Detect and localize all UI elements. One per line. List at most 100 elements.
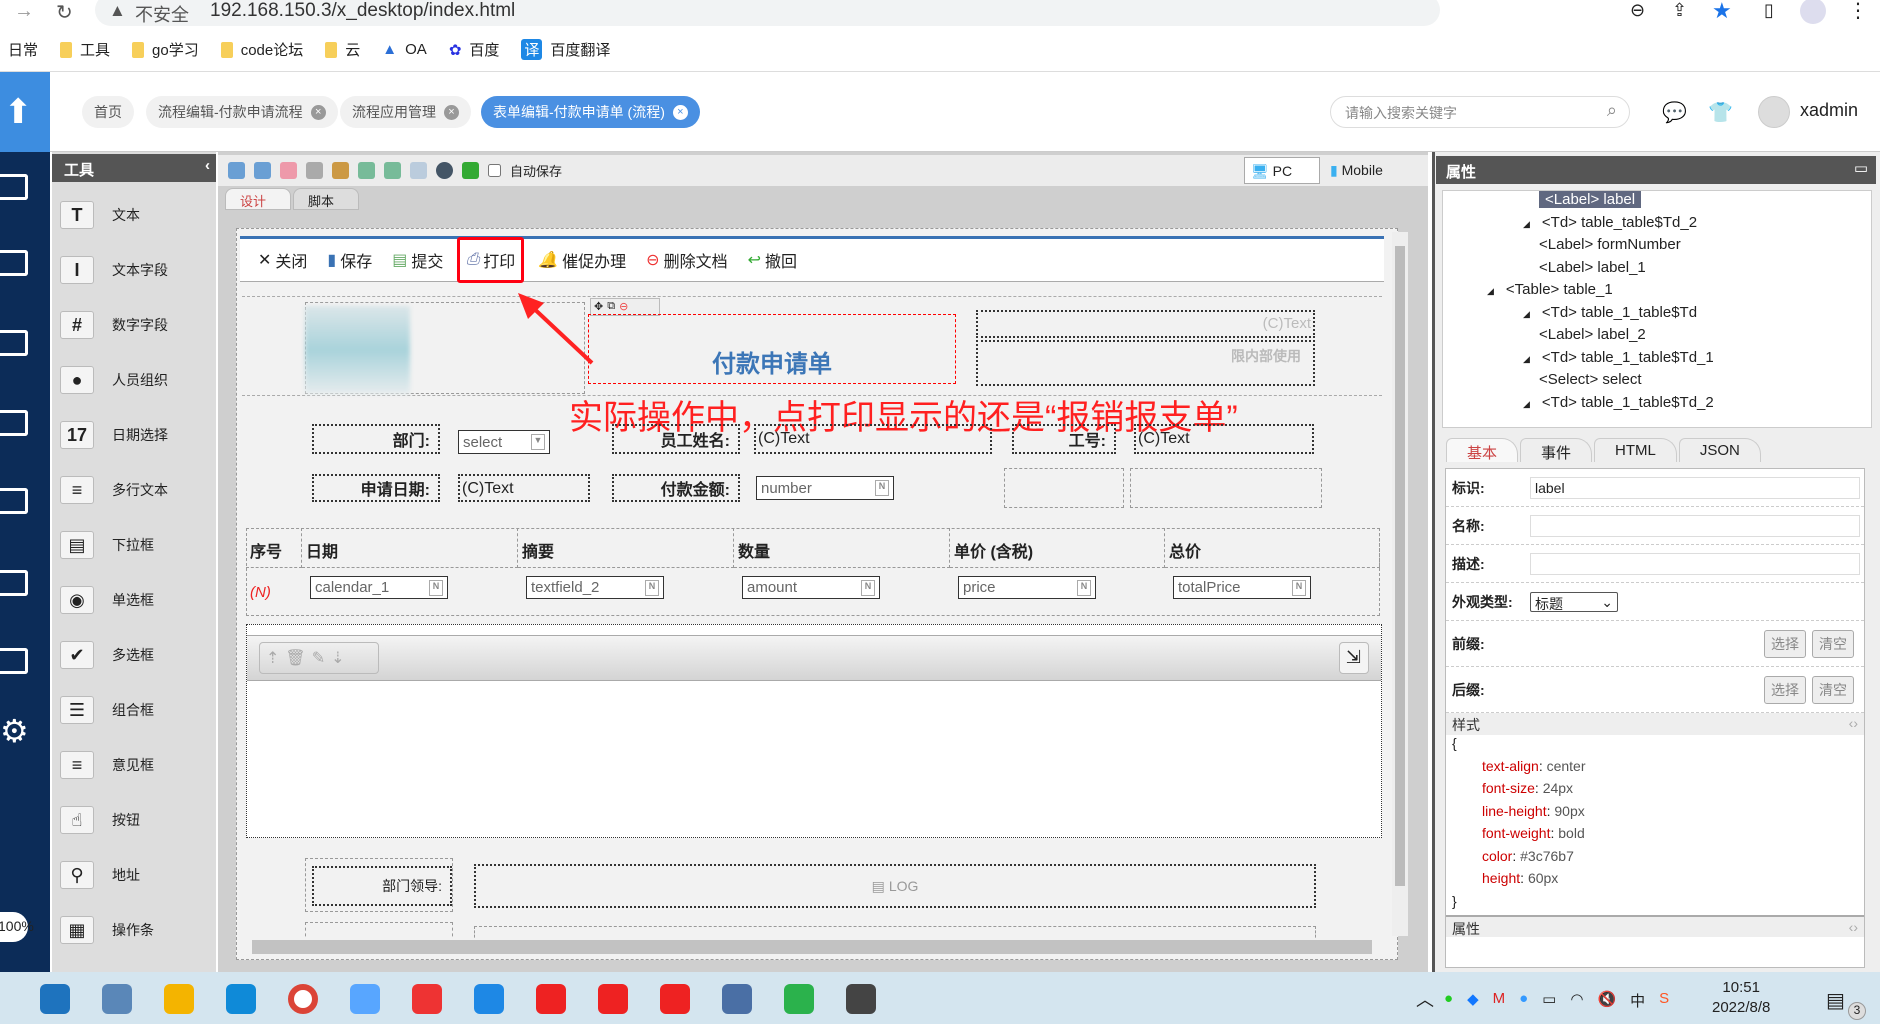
- tool-item[interactable]: I 文本字段: [60, 250, 168, 290]
- layers-icon[interactable]: [462, 162, 479, 179]
- settings-icon[interactable]: ⚙: [0, 712, 29, 750]
- app-logo[interactable]: ⬆: [0, 72, 50, 152]
- tool-item[interactable]: ≡ 意见框: [60, 745, 154, 785]
- style-section-header[interactable]: 样式 ‹›: [1446, 713, 1864, 735]
- wechat-tray-icon[interactable]: ●: [1444, 990, 1453, 1011]
- edit-icon[interactable]: ✎: [312, 650, 331, 667]
- tool-item[interactable]: # 数字字段: [60, 305, 168, 345]
- leader-opinion-log[interactable]: ▤ LOG: [474, 864, 1316, 908]
- mobile-toggle[interactable]: ▮ Mobile: [1330, 162, 1383, 179]
- tool-item[interactable]: ◉ 单选框: [60, 580, 154, 620]
- save-button[interactable]: ▮ 保存: [327, 248, 372, 272]
- resize-icon[interactable]: ⇲: [1339, 642, 1369, 674]
- table-cell-input[interactable]: price N: [958, 576, 1096, 599]
- pc-toggle[interactable]: 🖥 PC: [1244, 157, 1320, 184]
- wps-taskbar-icon[interactable]: [536, 984, 566, 1014]
- bookmark[interactable]: 译百度翻译: [521, 39, 610, 60]
- amount-number-input[interactable]: number N: [756, 476, 894, 500]
- id-field[interactable]: (C)Text: [1134, 424, 1314, 454]
- mail-m-taskbar-icon[interactable]: [412, 984, 442, 1014]
- expand-icon[interactable]: ◢: [1523, 309, 1530, 319]
- mail-tray-icon[interactable]: M: [1493, 990, 1506, 1011]
- name-input[interactable]: [1530, 514, 1860, 537]
- help-icon[interactable]: [436, 162, 453, 179]
- tab-script[interactable]: 脚本: [293, 188, 359, 210]
- tool-item[interactable]: ▤ 下拉框: [60, 525, 154, 565]
- submit-button[interactable]: ▤ 提交: [392, 248, 443, 272]
- tab-html[interactable]: HTML: [1594, 438, 1677, 462]
- code-icon[interactable]: ‹›: [1849, 715, 1858, 733]
- tool-item[interactable]: T 文本: [60, 195, 140, 235]
- close-icon[interactable]: ×: [310, 104, 326, 120]
- table-cell-input[interactable]: textfield_2 N: [526, 576, 664, 599]
- date-field[interactable]: (C)Text: [458, 474, 590, 502]
- table-cell-input[interactable]: totalPrice N: [1173, 576, 1311, 599]
- appearance-select[interactable]: 标题 ⌄: [1530, 591, 1618, 612]
- maximize-icon[interactable]: ▭: [1854, 159, 1868, 177]
- tree-node[interactable]: ◢ <Table> table_1: [1443, 281, 1871, 304]
- translate-taskbar-icon[interactable]: [350, 984, 380, 1014]
- tool-item[interactable]: ● 人员组织: [60, 360, 168, 400]
- tool-item[interactable]: ☰ 组合框: [60, 690, 154, 730]
- bookmark[interactable]: 云: [325, 39, 360, 60]
- tree-node[interactable]: <Label> label_2: [1443, 326, 1871, 349]
- form-number-field[interactable]: (C)Text: [976, 310, 1315, 338]
- wps-taskbar-icon[interactable]: [660, 984, 690, 1014]
- tool-item[interactable]: ☝ 按钮: [60, 800, 140, 840]
- download-icon[interactable]: ⇣: [331, 650, 350, 667]
- ime-icon[interactable]: 中: [1630, 990, 1645, 1011]
- message-icon[interactable]: 💬: [1662, 100, 1687, 125]
- clock[interactable]: 10:51 2022/8/8: [1712, 978, 1770, 1018]
- mail-taskbar-icon[interactable]: [40, 984, 70, 1014]
- suffix-clear-button[interactable]: 清空: [1812, 675, 1854, 704]
- form-title[interactable]: 付款申请单: [588, 314, 956, 384]
- bookmark[interactable]: 工具: [60, 39, 110, 60]
- org-icon[interactable]: [0, 174, 28, 200]
- zoom-badge[interactable]: 100%: [0, 912, 34, 942]
- tab-basic[interactable]: 基本: [1446, 438, 1519, 462]
- h-scrollbar[interactable]: [240, 938, 1386, 956]
- computer-taskbar-icon[interactable]: [102, 984, 132, 1014]
- wechat-taskbar-icon[interactable]: [784, 984, 814, 1014]
- forward-icon[interactable]: →: [14, 0, 34, 23]
- urge-button[interactable]: 🔔 催促办理: [538, 248, 626, 272]
- internal-use-label[interactable]: 限内部使用: [976, 340, 1315, 386]
- table-cell-input[interactable]: amount N: [742, 576, 880, 599]
- bookmark[interactable]: go学习: [132, 39, 199, 60]
- dept-select[interactable]: select ▼: [458, 430, 550, 454]
- close-icon[interactable]: ×: [444, 104, 459, 120]
- autosave-checkbox[interactable]: [488, 164, 501, 177]
- monitor-icon[interactable]: [0, 250, 28, 276]
- tab-flow-edit[interactable]: 流程编辑-付款申请流程 ×: [146, 96, 338, 128]
- sogou-icon[interactable]: S: [1659, 990, 1669, 1011]
- tree-node[interactable]: <Label> label: [1443, 191, 1871, 214]
- bookmark[interactable]: 日常: [8, 39, 38, 60]
- battery-icon[interactable]: ▭: [1542, 990, 1556, 1011]
- tool-item[interactable]: ▦ 操作条: [60, 910, 154, 950]
- tool-item[interactable]: ✔ 多选框: [60, 635, 154, 675]
- address-bar[interactable]: ▲ 不安全 192.168.150.3/x_desktop/index.html: [95, 0, 1440, 26]
- tree-node[interactable]: <Label> label_1: [1443, 259, 1871, 282]
- wifi-icon[interactable]: ◠: [1570, 990, 1583, 1011]
- tab-form-edit[interactable]: 表单编辑-付款申请单 (流程) ×: [481, 96, 700, 128]
- delete-icon[interactable]: ⊖: [619, 300, 628, 314]
- print-button[interactable]: ⎙ 打印: [457, 237, 525, 283]
- v-scrollbar[interactable]: [1392, 232, 1408, 936]
- bookmark-star-icon[interactable]: ★: [1712, 0, 1732, 24]
- search-icon[interactable]: ⌕: [1607, 100, 1617, 121]
- expand-icon[interactable]: ◢: [1523, 354, 1530, 364]
- attr-section-header[interactable]: 属性 ‹›: [1446, 915, 1864, 937]
- zoom-icon[interactable]: ⊖: [1630, 0, 1645, 21]
- upload-icon[interactable]: ⇡: [266, 650, 285, 667]
- description-input[interactable]: [1530, 552, 1860, 575]
- list-icon[interactable]: [410, 162, 427, 179]
- tree-node[interactable]: ◢ <Td> table_table$Td_2: [1443, 214, 1871, 237]
- scroll-thumb[interactable]: [252, 940, 1372, 954]
- bookmark[interactable]: code论坛: [220, 39, 303, 60]
- mute-icon[interactable]: 🔇: [1597, 990, 1616, 1011]
- prefix-clear-button[interactable]: 清空: [1812, 629, 1854, 658]
- tab-events[interactable]: 事件: [1520, 438, 1593, 462]
- expand-icon[interactable]: ◢: [1523, 399, 1530, 409]
- chart-icon[interactable]: [0, 488, 28, 514]
- avatar[interactable]: [1758, 96, 1790, 128]
